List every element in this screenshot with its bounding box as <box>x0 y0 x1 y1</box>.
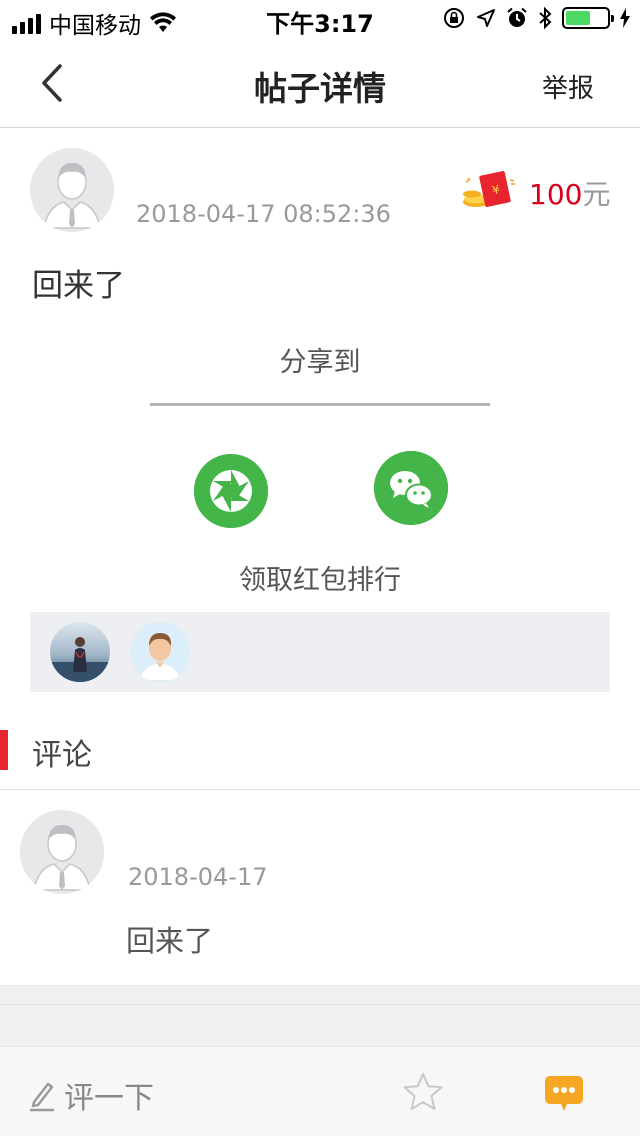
reward-amount-value: 100 <box>529 178 583 211</box>
comments-accent-bar <box>0 730 8 770</box>
post-content: 回来了 <box>32 268 125 304</box>
pencil-icon <box>30 1082 54 1112</box>
red-packet-icon: ¥ <box>463 171 515 207</box>
user-photo-icon <box>50 622 110 682</box>
post-timestamp: 2018-04-17 08:52:36 <box>136 200 391 228</box>
orientation-lock-icon <box>444 8 464 28</box>
report-button[interactable]: 举报 <box>542 68 594 105</box>
navigation-bar: 帖子详情 举报 <box>0 40 640 128</box>
chat-bubble-icon[interactable] <box>544 1075 584 1113</box>
wechat-icon <box>374 451 448 525</box>
reward-amount: 100元 <box>529 173 610 213</box>
comments-title: 评论 <box>32 738 92 773</box>
location-icon <box>477 9 495 27</box>
write-comment-button[interactable]: 评一下 <box>28 1073 154 1117</box>
share-wechat-button[interactable] <box>374 451 448 525</box>
comment-input-label: 评一下 <box>64 1081 154 1116</box>
comment-author-avatar[interactable] <box>20 810 104 894</box>
status-right <box>442 6 630 30</box>
default-user-icon <box>20 810 104 894</box>
content-footer-spacer <box>0 985 640 1046</box>
bluetooth-icon <box>539 6 552 30</box>
ranking-title: 领取红包排行 <box>239 565 401 596</box>
comment-date: 2018-04-17 <box>128 863 268 891</box>
status-bar: 中国移动 下午3:17 <box>0 0 640 40</box>
user-cartoon-icon <box>130 622 190 682</box>
ranking-avatar[interactable] <box>130 622 190 682</box>
post-detail-page: 中国移动 下午3:17 帖子详情 举报 2018-04-17 08:52:36 … <box>0 0 640 1136</box>
default-user-icon <box>30 148 114 232</box>
ranking-avatar[interactable] <box>50 622 110 682</box>
post-author-avatar[interactable] <box>30 148 114 232</box>
bottom-toolbar: 评一下 <box>0 1046 640 1136</box>
comments-header: 评论 <box>0 710 640 790</box>
moments-icon <box>194 454 268 528</box>
reward-amount-unit: 元 <box>582 178 611 211</box>
share-moments-button[interactable] <box>194 454 268 528</box>
alarm-icon <box>507 7 527 27</box>
battery-icon <box>562 7 614 29</box>
star-icon[interactable] <box>402 1071 444 1113</box>
ranking-list <box>30 612 610 692</box>
charging-icon <box>620 8 630 28</box>
share-divider <box>150 403 490 406</box>
share-title: 分享到 <box>279 347 361 378</box>
comment-text: 回来了 <box>126 924 214 958</box>
